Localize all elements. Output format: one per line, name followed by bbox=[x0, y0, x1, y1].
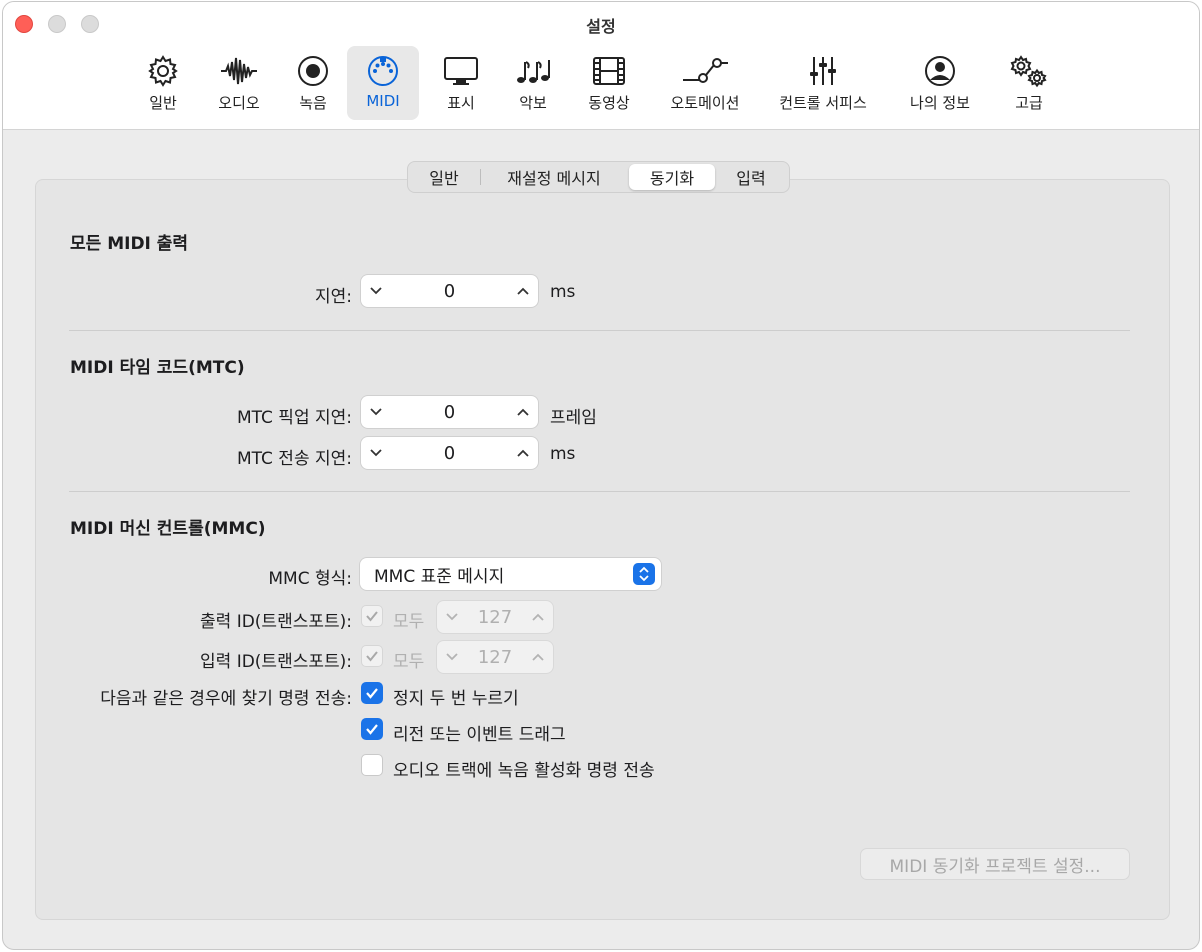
record-icon bbox=[298, 56, 328, 86]
increment-button[interactable] bbox=[508, 396, 538, 428]
tab-input[interactable]: 입력 bbox=[715, 164, 787, 190]
drag-region-label[interactable]: 리전 또는 이벤트 드래그 bbox=[393, 720, 566, 745]
checkmark-icon bbox=[366, 688, 378, 699]
chevron-down-icon bbox=[370, 287, 382, 295]
waveform-icon bbox=[221, 57, 257, 85]
decrement-button[interactable] bbox=[361, 275, 391, 307]
checkmark-icon bbox=[366, 724, 378, 735]
mtc-pickup-delay-unit: 프레임 bbox=[550, 408, 597, 428]
toolbar-item-general[interactable]: 일반 bbox=[137, 46, 189, 120]
film-icon bbox=[593, 57, 625, 85]
tab-sync[interactable]: 동기화 bbox=[629, 164, 715, 190]
chevron-down-icon bbox=[446, 613, 458, 621]
mtc-send-delay-unit: ms bbox=[550, 444, 576, 464]
section-divider bbox=[69, 491, 1130, 492]
delay-value[interactable]: 0 bbox=[391, 281, 508, 302]
preferences-window: 설정 일반 오디오 녹음 MIDI 표시 악보 동영상 오토메이션 컨트롤 서피… bbox=[2, 1, 1200, 950]
mmc-format-label: MMC 형식: bbox=[268, 569, 352, 589]
input-id-label: 입력 ID(트랜스포트): bbox=[200, 652, 352, 672]
sync-settings-panel bbox=[35, 179, 1170, 920]
window-title: 설정 bbox=[586, 17, 616, 36]
double-stop-checkbox[interactable] bbox=[361, 682, 383, 704]
input-id-stepper[interactable]: 127 bbox=[437, 641, 553, 673]
decrement-button[interactable] bbox=[437, 641, 467, 673]
chevron-up-icon bbox=[517, 408, 529, 416]
midi-sync-project-settings-button[interactable]: MIDI 동기화 프로젝트 설정... bbox=[860, 848, 1130, 880]
increment-button[interactable] bbox=[523, 601, 553, 633]
sliders-icon bbox=[810, 57, 836, 85]
display-icon bbox=[444, 57, 478, 85]
section-divider bbox=[69, 330, 1130, 331]
toolbar-item-advanced[interactable]: 고급 bbox=[1003, 46, 1055, 120]
output-id-label: 출력 ID(트랜스포트): bbox=[200, 612, 352, 632]
gears-icon bbox=[1010, 55, 1047, 88]
automation-curve-icon bbox=[683, 58, 728, 83]
input-all-label: 모두 bbox=[393, 652, 425, 672]
record-enable-checkbox[interactable] bbox=[361, 754, 383, 776]
chevron-up-icon bbox=[532, 613, 544, 621]
toolbar-item-audio[interactable]: 오디오 bbox=[209, 46, 269, 120]
mmc-format-value: MMC 표준 메시지 bbox=[374, 566, 505, 587]
output-all-checkbox[interactable] bbox=[361, 605, 383, 627]
delay-unit: ms bbox=[550, 282, 576, 302]
checkmark-icon bbox=[366, 651, 378, 662]
delay-label: 지연: bbox=[314, 287, 352, 307]
output-id-value[interactable]: 127 bbox=[467, 607, 523, 628]
toolbar-item-control-surfaces[interactable]: 컨트롤 서피스 bbox=[767, 46, 879, 120]
gear-icon bbox=[148, 55, 178, 87]
toolbar-item-score[interactable]: 악보 bbox=[507, 46, 559, 120]
mmc-format-popup[interactable]: MMC 표준 메시지 bbox=[360, 558, 661, 590]
chevron-down-icon bbox=[370, 408, 382, 416]
checkmark-icon bbox=[366, 611, 378, 622]
tab-reset-messages[interactable]: 재설정 메시지 bbox=[481, 164, 627, 190]
mmc-heading: MIDI 머신 컨트롤(MMC) bbox=[70, 519, 266, 539]
midi-tab-bar: 일반 재설정 메시지 동기화 입력 bbox=[407, 161, 790, 193]
decrement-button[interactable] bbox=[437, 601, 467, 633]
record-enable-label[interactable]: 오디오 트랙에 녹음 활성화 명령 전송 bbox=[393, 756, 655, 781]
mtc-send-delay-stepper[interactable]: 0 bbox=[361, 437, 538, 469]
person-icon bbox=[925, 56, 955, 86]
increment-button[interactable] bbox=[508, 437, 538, 469]
output-id-stepper[interactable]: 127 bbox=[437, 601, 553, 633]
toolbar-item-display[interactable]: 표시 bbox=[435, 46, 487, 120]
drag-region-checkbox[interactable] bbox=[361, 718, 383, 740]
title-bar: 설정 일반 오디오 녹음 MIDI 표시 악보 동영상 오토메이션 컨트롤 서피… bbox=[3, 2, 1199, 130]
decrement-button[interactable] bbox=[361, 437, 391, 469]
input-all-checkbox[interactable] bbox=[361, 645, 383, 667]
chevron-up-icon bbox=[517, 287, 529, 295]
mtc-send-delay-label: MTC 전송 지연: bbox=[236, 449, 352, 469]
toolbar-item-automation[interactable]: 오토메이션 bbox=[659, 46, 751, 120]
toolbar-item-midi[interactable]: MIDI bbox=[347, 46, 419, 120]
locate-command-label: 다음과 같은 경우에 찾기 명령 전송: bbox=[100, 689, 352, 709]
updown-chevron-icon bbox=[633, 563, 655, 585]
chevron-up-icon bbox=[532, 653, 544, 661]
tab-general[interactable]: 일반 bbox=[408, 164, 480, 190]
toolbar-item-my-info[interactable]: 나의 정보 bbox=[899, 46, 981, 120]
mtc-pickup-delay-stepper[interactable]: 0 bbox=[361, 396, 538, 428]
chevron-down-icon bbox=[446, 653, 458, 661]
mtc-send-delay-value[interactable]: 0 bbox=[391, 443, 508, 464]
increment-button[interactable] bbox=[508, 275, 538, 307]
midi-port-icon bbox=[368, 56, 398, 86]
decrement-button[interactable] bbox=[361, 396, 391, 428]
chevron-down-icon bbox=[370, 449, 382, 457]
mtc-heading: MIDI 타임 코드(MTC) bbox=[70, 358, 245, 378]
all-midi-output-heading: 모든 MIDI 출력 bbox=[70, 234, 189, 254]
mtc-pickup-delay-value[interactable]: 0 bbox=[391, 402, 508, 423]
chevron-up-icon bbox=[517, 449, 529, 457]
double-stop-label[interactable]: 정지 두 번 누르기 bbox=[393, 684, 519, 709]
toolbar-item-recording[interactable]: 녹음 bbox=[287, 46, 339, 120]
music-notes-icon bbox=[517, 60, 550, 83]
input-id-value[interactable]: 127 bbox=[467, 647, 523, 668]
increment-button[interactable] bbox=[523, 641, 553, 673]
mtc-pickup-delay-label: MTC 픽업 지연: bbox=[236, 408, 352, 428]
toolbar-item-movie[interactable]: 동영상 bbox=[579, 46, 639, 120]
delay-stepper[interactable]: 0 bbox=[361, 275, 538, 307]
output-all-label: 모두 bbox=[393, 612, 425, 632]
